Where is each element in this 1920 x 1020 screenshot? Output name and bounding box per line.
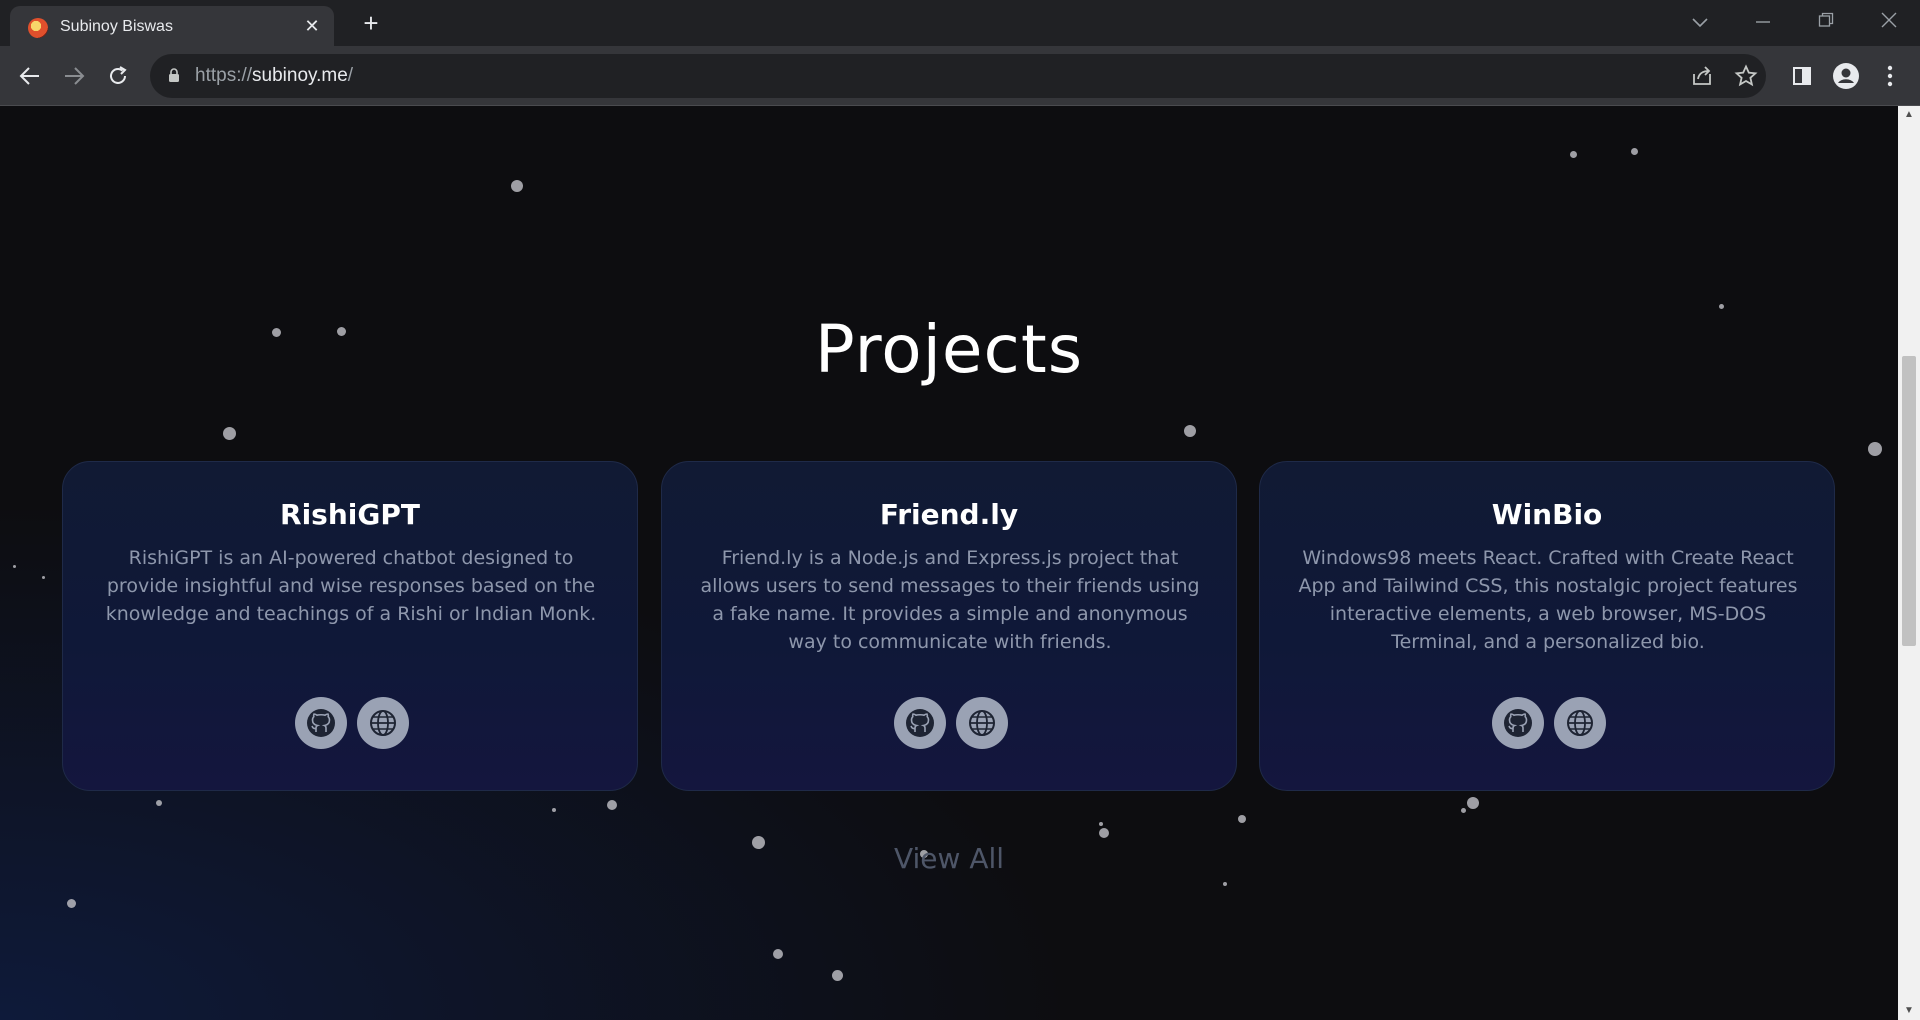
particle-dot	[552, 808, 556, 812]
particle-dot	[1099, 828, 1109, 838]
project-title: Friend.ly	[879, 498, 1019, 531]
particle-dot	[1719, 304, 1724, 309]
particle-dot	[1570, 151, 1577, 158]
github-link-button[interactable]	[295, 697, 347, 749]
particle-dot	[1184, 425, 1196, 437]
browser-toolbar: https://subinoy.me/	[0, 46, 1920, 106]
globe-icon	[370, 710, 396, 736]
restore-icon[interactable]	[1806, 8, 1846, 36]
particle-dot	[1099, 822, 1103, 826]
project-card-rishigpt: RishiGPT RishiGPT is an AI-powered chatb…	[62, 461, 638, 791]
particle-dot	[1461, 808, 1466, 813]
scrollbar-thumb[interactable]	[1902, 356, 1916, 646]
more-menu-icon[interactable]	[1874, 60, 1906, 92]
project-description: Friend.ly is a Node.js and Express.js pr…	[700, 547, 1200, 653]
site-favicon-icon	[28, 18, 48, 38]
scroll-down-arrow-icon[interactable]: ▼	[1903, 1006, 1915, 1016]
project-title: WinBio	[1491, 498, 1603, 531]
particle-dot	[67, 899, 76, 908]
back-icon[interactable]	[14, 60, 46, 92]
particle-dot	[832, 970, 843, 981]
page-viewport: Projects RishiGPT RishiGPT is an AI-powe…	[0, 106, 1898, 1020]
reload-icon[interactable]	[102, 60, 134, 92]
website-link-button[interactable]	[357, 697, 409, 749]
globe-icon	[1567, 710, 1593, 736]
project-description: RishiGPT is an AI-powered chatbot design…	[105, 547, 597, 625]
particle-dot	[42, 576, 45, 579]
particle-dot	[1467, 797, 1479, 809]
particle-dot	[1868, 442, 1882, 456]
address-bar[interactable]: https://subinoy.me/	[150, 54, 1766, 98]
particle-dot	[607, 800, 617, 810]
particle-dot	[1238, 815, 1246, 823]
github-icon	[906, 709, 934, 737]
profile-avatar-icon[interactable]	[1830, 60, 1862, 92]
github-link-button[interactable]	[1492, 697, 1544, 749]
projects-heading: Projects	[814, 311, 1084, 388]
page-scrollbar[interactable]: ▲ ▼	[1898, 106, 1920, 1020]
url-text[interactable]: https://subinoy.me/	[195, 65, 353, 87]
browser-titlebar: Subinoy Biswas ✕ +	[0, 0, 1920, 46]
github-link-button[interactable]	[894, 697, 946, 749]
forward-icon[interactable]	[58, 60, 90, 92]
website-link-button[interactable]	[956, 697, 1008, 749]
website-link-button[interactable]	[1554, 697, 1606, 749]
scroll-up-arrow-icon[interactable]: ▲	[1903, 110, 1915, 120]
browser-tab[interactable]: Subinoy Biswas ✕	[10, 6, 334, 46]
tab-title: Subinoy Biswas	[60, 18, 173, 35]
project-card-friendly: Friend.ly Friend.ly is a Node.js and Exp…	[661, 461, 1237, 791]
github-icon	[1504, 709, 1532, 737]
view-all-link[interactable]: View All	[0, 842, 1898, 875]
side-panel-icon[interactable]	[1786, 60, 1818, 92]
tab-search-chevron-icon[interactable]	[1680, 8, 1720, 36]
globe-icon	[969, 710, 995, 736]
particle-dot	[13, 565, 16, 568]
bookmark-star-icon[interactable]	[1734, 64, 1758, 88]
project-title: RishiGPT	[280, 498, 420, 531]
github-icon	[307, 709, 335, 737]
particle-dot	[773, 949, 783, 959]
share-icon[interactable]	[1690, 64, 1714, 88]
project-description: Windows98 meets React. Crafted with Crea…	[1298, 547, 1798, 653]
particle-dot	[156, 800, 162, 806]
lock-icon[interactable]	[168, 68, 180, 82]
particle-dot	[1631, 148, 1638, 155]
minimize-icon[interactable]	[1743, 8, 1783, 36]
particle-dot	[511, 180, 523, 192]
particle-dot	[223, 427, 236, 440]
close-window-icon[interactable]	[1869, 8, 1909, 36]
tab-close-icon[interactable]: ✕	[302, 16, 322, 36]
project-card-winbio: WinBio Windows98 meets React. Crafted wi…	[1259, 461, 1835, 791]
new-tab-button[interactable]: +	[357, 10, 385, 38]
particle-dot	[1223, 882, 1227, 886]
